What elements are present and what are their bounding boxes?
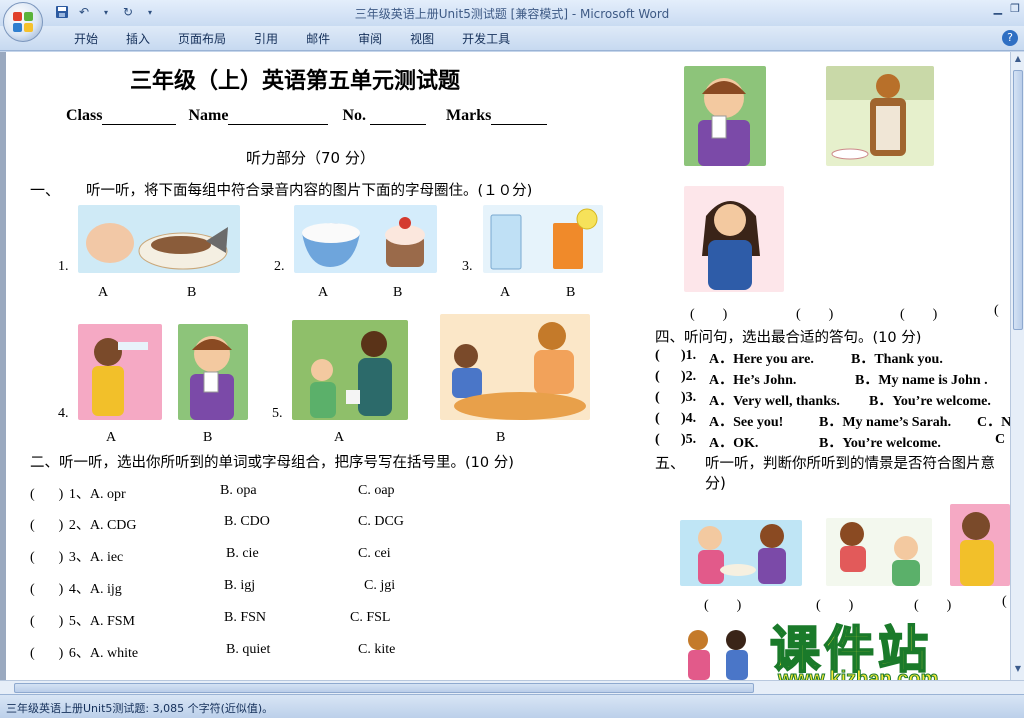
tab-mailings[interactable]: 邮件 xyxy=(292,31,344,47)
minimize-icon[interactable]: ▁ xyxy=(994,2,1002,15)
group1-option-a[interactable]: A xyxy=(98,285,108,301)
picture-boy-milk xyxy=(178,324,248,420)
status-bar: 三年级英语上册Unit5测试题: 3,085 个字符(近似值)。 xyxy=(0,694,1024,718)
tab-home[interactable]: 开始 xyxy=(60,31,112,47)
list-item: () 4、A. ijg B. igj C. jgi xyxy=(30,578,396,597)
group1-number: 1. xyxy=(58,259,69,274)
picture-egg-fish xyxy=(78,205,240,273)
list-item: () 2、A. CDG B. CDO C. DCG xyxy=(30,514,404,533)
tab-review[interactable]: 审阅 xyxy=(344,31,396,47)
status-text: 三年级英语上册Unit5测试题: 3,085 个字符(近似值)。 xyxy=(6,702,274,715)
picture-boy-drinking-2 xyxy=(950,504,1010,586)
picture-rice-cake xyxy=(294,205,437,273)
listening-part-heading: 听力部分（70 分） xyxy=(246,149,375,167)
answer-paren[interactable]: ( ) xyxy=(796,303,833,323)
no-label: No. xyxy=(342,107,366,124)
picture-woman-kitchen xyxy=(826,66,934,166)
tab-page-layout[interactable]: 页面布局 xyxy=(164,31,240,47)
picture-boy-drinking xyxy=(78,324,162,420)
ribbon-tabs: 开始 插入 页面布局 引用 邮件 审阅 视图 开发工具 xyxy=(60,31,524,47)
list-item: ( )5. A．OK. B．You’re welcome. C xyxy=(655,432,1006,451)
section5-number: 五、 xyxy=(655,454,686,472)
group2-number: 2. xyxy=(274,259,285,274)
answer-paren[interactable]: ( ) xyxy=(900,303,937,323)
undo-icon[interactable]: ↶ xyxy=(76,4,92,20)
list-item: () 1、A. opr B. opa C. oap xyxy=(30,483,395,502)
group1-option-b[interactable]: B xyxy=(187,285,196,301)
scroll-down-icon[interactable]: ▼ xyxy=(1012,664,1024,676)
vertical-scroll-thumb[interactable] xyxy=(1013,70,1023,330)
horizontal-scroll-thumb[interactable] xyxy=(14,683,754,693)
section5-instruction: 听一听，判断你所听到的情景是否符合图片意 xyxy=(705,456,995,472)
group4-option-b[interactable]: B xyxy=(203,430,212,446)
picture-girl-boy-greeting xyxy=(826,518,932,586)
section1-instruction: 听一听，将下面每组中符合录音内容的图片下面的字母圈住。(１０分) xyxy=(86,183,533,199)
picture-mother-son-table xyxy=(440,314,590,420)
group4-number: 4. xyxy=(58,406,69,421)
answer-paren[interactable]: ( xyxy=(994,303,999,319)
picture-kids-bottom xyxy=(680,626,760,680)
restore-icon[interactable]: ❐ xyxy=(1010,2,1020,15)
window-controls: ▁ ❐ xyxy=(994,2,1020,15)
tab-insert[interactable]: 插入 xyxy=(112,31,164,47)
scroll-up-icon[interactable]: ▲ xyxy=(1012,54,1024,66)
list-item: () 6、A. white B. quiet C. kite xyxy=(30,642,396,661)
vertical-scrollbar[interactable]: ▲ ▼ xyxy=(1010,52,1024,680)
customize-toolbar-icon[interactable]: ▾ xyxy=(142,4,158,20)
office-logo-icon xyxy=(13,12,33,32)
picture-girl-mother xyxy=(292,320,408,420)
document-area[interactable]: 三年级（上）英语第五单元测试题 Class Name No. Marks 听力部… xyxy=(0,52,1010,680)
picture-girl-waving xyxy=(684,186,784,292)
picture-kids-food xyxy=(680,520,802,586)
picture-boy-drinking-milk xyxy=(684,66,766,166)
list-item: () 3、A. iec B. cie C. cei xyxy=(30,546,391,565)
ribbon: 开始 插入 页面布局 引用 邮件 审阅 视图 开发工具 ? xyxy=(0,26,1024,51)
group2-option-a[interactable]: A xyxy=(318,285,328,301)
tab-references[interactable]: 引用 xyxy=(240,31,292,47)
group2-option-b[interactable]: B xyxy=(393,285,402,301)
group3-option-a[interactable]: A xyxy=(500,285,510,301)
page-title: 三年级（上）英语第五单元测试题 xyxy=(130,69,461,94)
section5-instruction-cont: 分) xyxy=(705,474,726,492)
group5-option-a[interactable]: A xyxy=(334,430,344,446)
office-button[interactable] xyxy=(3,2,43,42)
section1-number: 一、 xyxy=(30,181,61,199)
list-item: () 5、A. FSM B. FSN C. FSL xyxy=(30,610,391,629)
section2-instruction: 二、听一听，选出你所听到的单词或字母组合，把序号写在括号里。(10 分) xyxy=(30,455,514,471)
group4-option-a[interactable]: A xyxy=(106,430,116,446)
picture-water-juice xyxy=(483,205,603,273)
redo-icon[interactable]: ↻ xyxy=(120,4,136,20)
list-item: ( )1. A．Here you are. B．Thank you. xyxy=(655,348,943,367)
save-icon[interactable] xyxy=(54,4,70,20)
tab-view[interactable]: 视图 xyxy=(396,31,448,47)
quick-access-toolbar: ↶ ▾ ↻ ▾ xyxy=(50,4,158,20)
horizontal-scrollbar[interactable] xyxy=(0,680,1024,694)
section4-instruction: 四、听问句，选出最合适的答句。(10 分) xyxy=(655,330,922,346)
marks-label: Marks xyxy=(446,107,492,124)
tab-developer[interactable]: 开发工具 xyxy=(448,31,524,47)
list-item: ( )4. A．See you! B．My name’s Sarah. C．N xyxy=(655,411,1010,430)
group5-option-b[interactable]: B xyxy=(496,430,505,446)
group3-option-b[interactable]: B xyxy=(566,285,575,301)
answer-paren[interactable]: ( ) xyxy=(690,303,727,323)
name-label: Name xyxy=(188,107,229,124)
list-item: ( )3. A．Very well, thanks. B．You’re welc… xyxy=(655,390,991,409)
answer-paren[interactable]: ( xyxy=(1002,594,1007,610)
answer-paren[interactable]: ( ) xyxy=(704,594,741,614)
document-page[interactable]: 三年级（上）英语第五单元测试题 Class Name No. Marks 听力部… xyxy=(6,52,1010,680)
group3-number: 3. xyxy=(462,259,473,274)
group5-number: 5. xyxy=(272,406,283,421)
undo-dropdown-icon[interactable]: ▾ xyxy=(98,4,114,20)
list-item: ( )2. A．He’s John. B．My name is John . xyxy=(655,369,988,388)
class-label: Class xyxy=(66,107,103,124)
help-icon[interactable]: ? xyxy=(1002,30,1018,46)
header-row: Class Name No. Marks xyxy=(66,107,548,125)
